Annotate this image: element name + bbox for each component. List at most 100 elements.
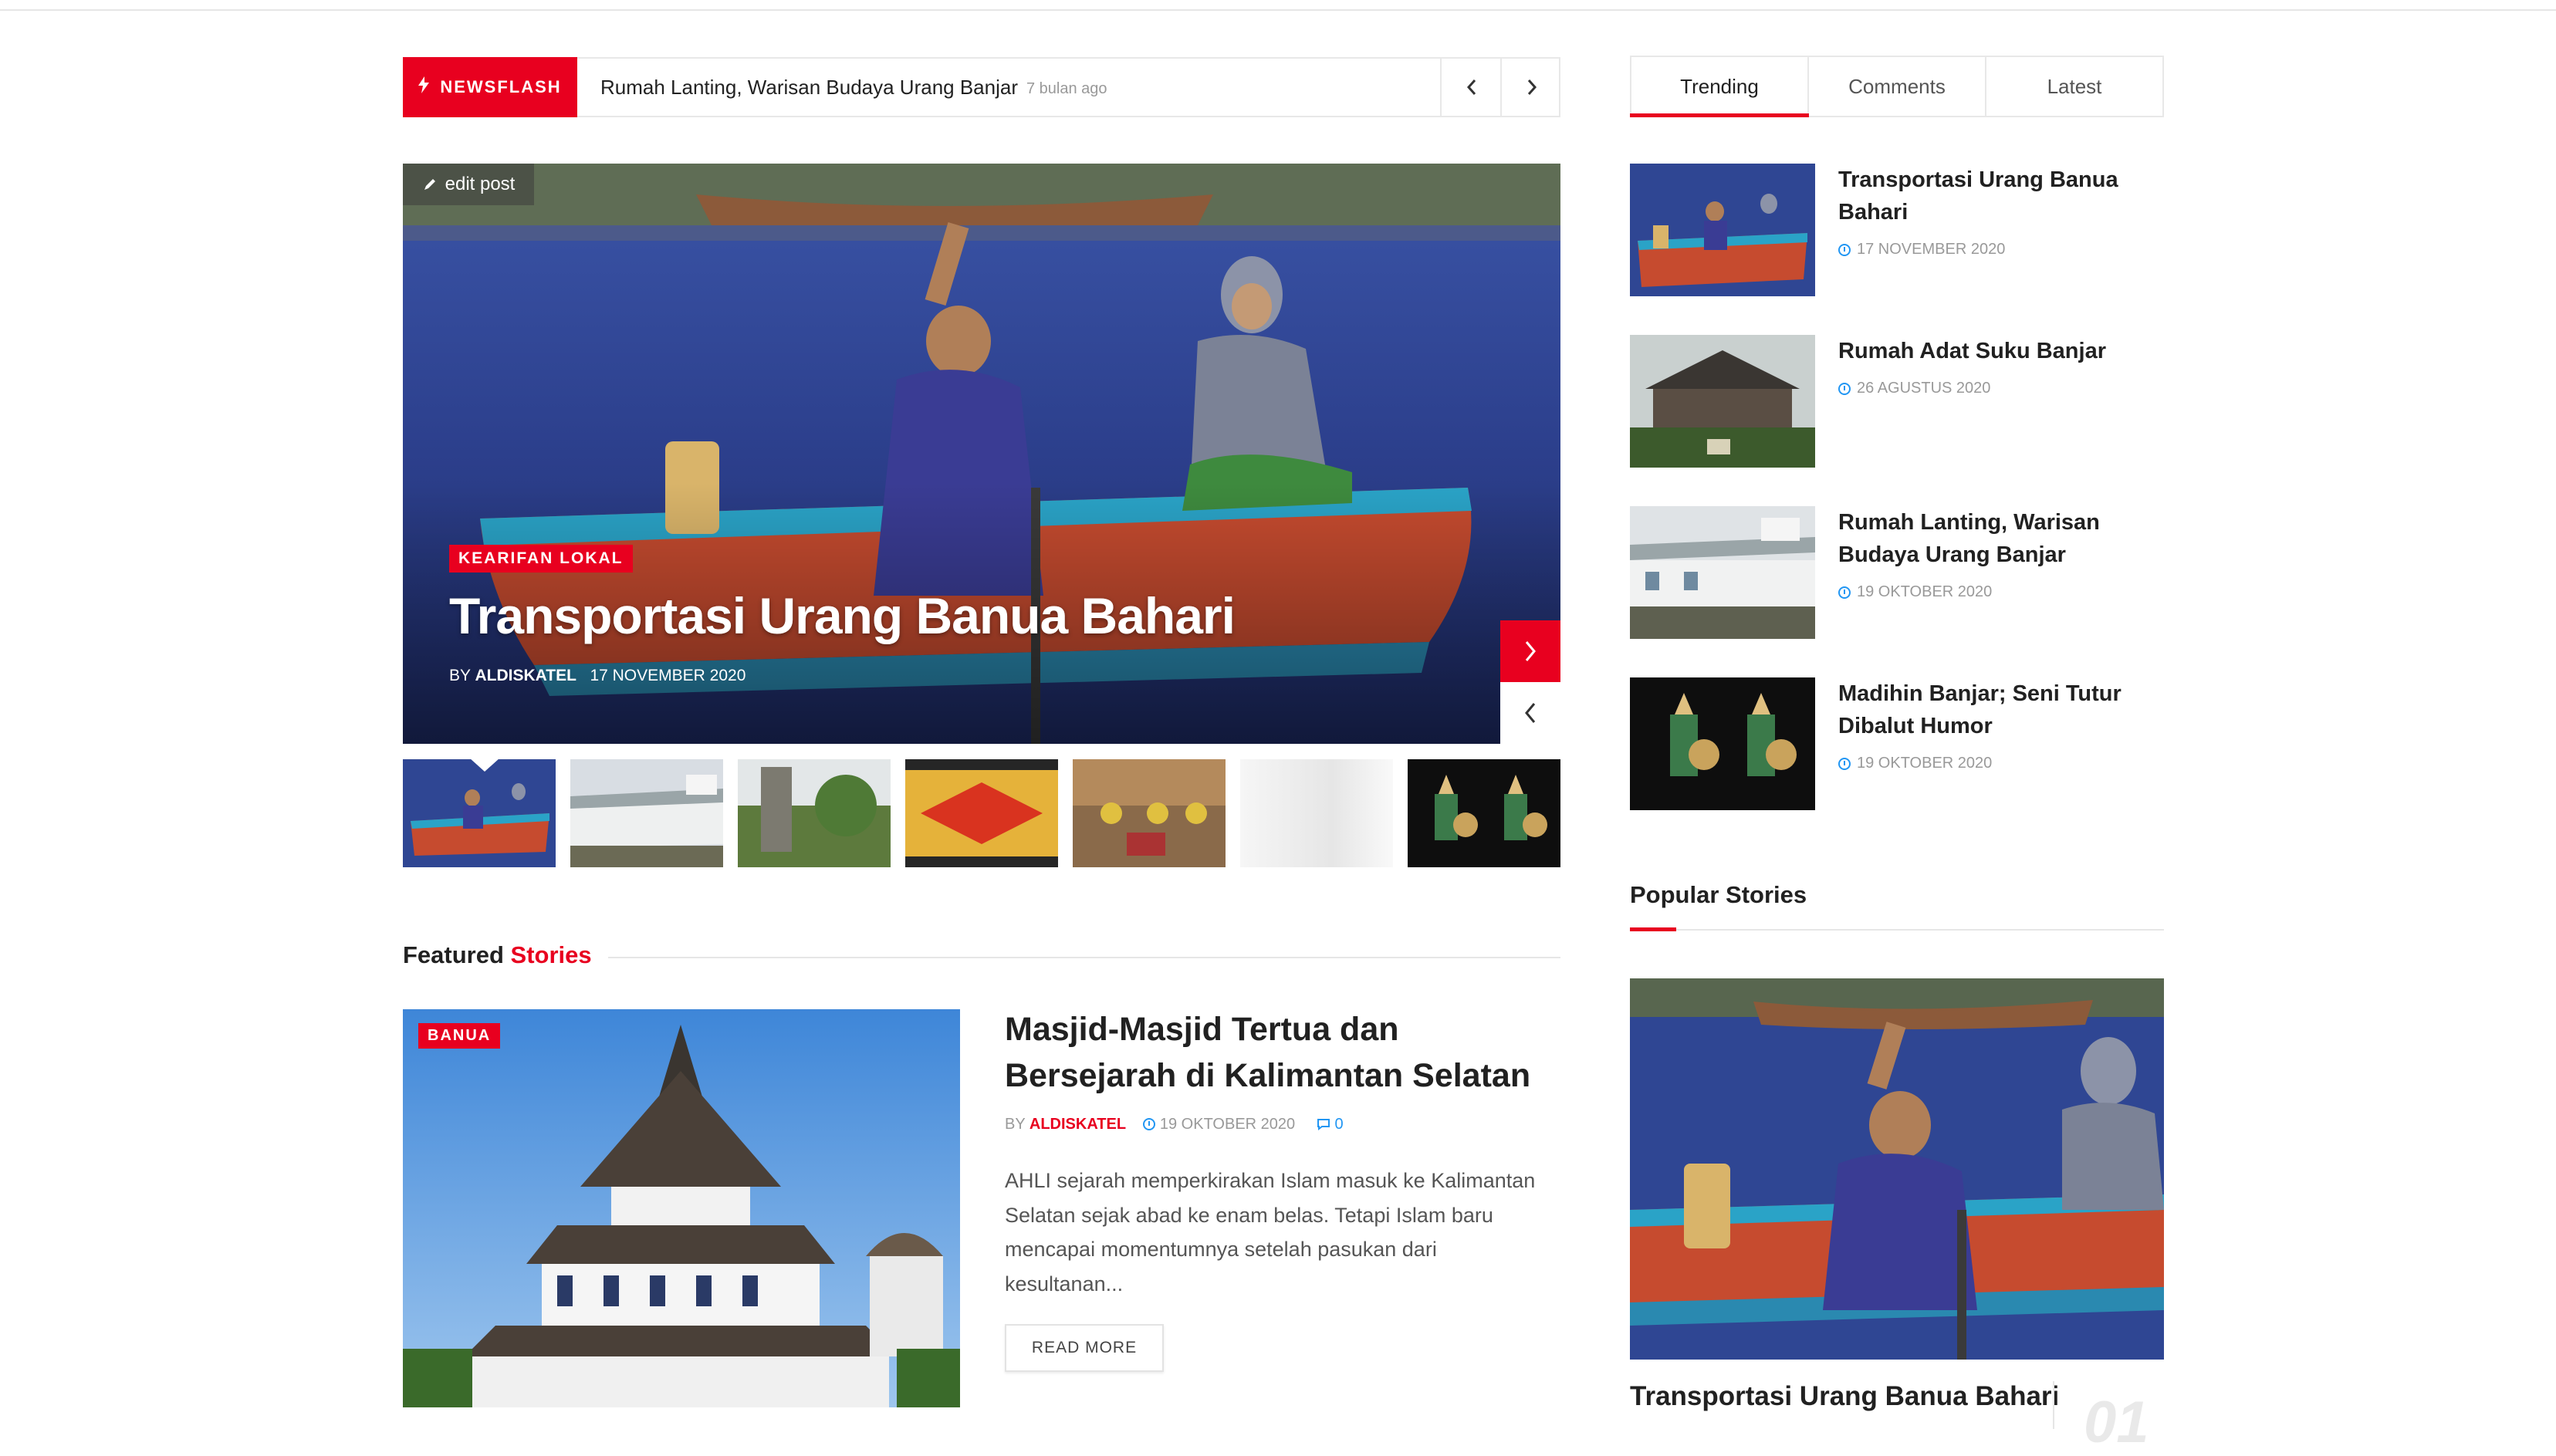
featured-meta: BY ALDISKATEL 19 OKTOBER 2020 0 — [1005, 1116, 1344, 1133]
featured-heading-1: Featured — [403, 941, 504, 968]
chevron-left-icon — [1466, 79, 1476, 95]
trending-date: 26 AGUSTUS 2020 — [1838, 380, 1990, 397]
hero-by: BY — [449, 667, 471, 684]
active-tab-indicator — [1630, 113, 1809, 117]
chevron-left-icon — [1525, 703, 1536, 723]
featured-author[interactable]: ALDISKATEL — [1030, 1116, 1126, 1133]
popular-photo — [1630, 978, 2164, 1360]
newsflash-bar: NEWSFLASH Rumah Lanting, Warisan Budaya … — [403, 57, 1560, 117]
clock-icon — [1838, 586, 1851, 599]
chevron-right-icon — [1527, 79, 1537, 95]
featured-title[interactable]: Masjid-Masjid Tertua dan Bersejarah di K… — [1005, 1006, 1560, 1099]
hero-thumbnails — [403, 759, 1560, 867]
trending-date-text: 19 OKTOBER 2020 — [1857, 583, 1993, 600]
trending-date-text: 17 NOVEMBER 2020 — [1857, 241, 2006, 258]
trending-title[interactable]: Rumah Adat Suku Banjar — [1838, 335, 2162, 367]
thumbnail-image — [905, 759, 1058, 867]
trending-date: 17 NOVEMBER 2020 — [1838, 241, 2005, 258]
tab-latest[interactable]: Latest — [1985, 57, 2162, 116]
popular-image[interactable] — [1630, 978, 2164, 1360]
popular-title[interactable]: Transportasi Urang Banua Bahari — [1630, 1381, 2059, 1412]
hero-slider[interactable]: edit post KEARIFAN LOKAL Transportasi Ur… — [403, 164, 1560, 744]
thumbnail-image — [738, 759, 891, 867]
featured-heading-2: Stories — [510, 941, 592, 968]
thumbnail-image — [403, 759, 556, 867]
bolt-icon — [418, 76, 430, 98]
trending-image — [1630, 164, 1815, 296]
trending-thumbnail[interactable] — [1630, 335, 1815, 468]
trending-image — [1630, 335, 1815, 468]
trending-item[interactable]: Rumah Adat Suku Banjar 26 AGUSTUS 2020 — [1630, 335, 2164, 468]
popular-heading-underline — [1630, 927, 1676, 931]
thumbnail-1[interactable] — [403, 759, 556, 867]
edit-post-label: edit post — [445, 174, 516, 194]
featured-by: BY — [1005, 1116, 1026, 1133]
trending-thumbnail[interactable] — [1630, 164, 1815, 296]
popular-number-divider — [2053, 1381, 2054, 1429]
featured-excerpt: AHLI sejarah memperkirakan Islam masuk k… — [1005, 1169, 1536, 1296]
hero-next-button[interactable] — [1500, 620, 1560, 682]
clock-icon — [1143, 1118, 1156, 1130]
featured-date: 19 OKTOBER 2020 — [1159, 1116, 1296, 1133]
trending-date: 19 OKTOBER 2020 — [1838, 583, 1992, 601]
sidebar-tabs: Trending Comments Latest — [1630, 56, 2164, 117]
trending-date: 19 OKTOBER 2020 — [1838, 755, 1992, 772]
hero-meta: BY ALDISKATEL 17 NOVEMBER 2020 — [449, 667, 746, 685]
trending-thumbnail[interactable] — [1630, 677, 1815, 810]
hero-prev-button[interactable] — [1500, 682, 1560, 744]
tab-trending-label: Trending — [1680, 74, 1759, 98]
trending-date-text: 19 OKTOBER 2020 — [1857, 755, 1993, 772]
hero-author[interactable]: ALDISKATEL — [475, 667, 576, 684]
trending-title[interactable]: Madihin Banjar; Seni Tutur Dibalut Humor — [1838, 677, 2162, 742]
clock-icon — [1838, 757, 1851, 770]
thumbnail-4[interactable] — [905, 759, 1058, 867]
trending-title[interactable]: Transportasi Urang Banua Bahari — [1838, 164, 2162, 228]
clock-icon — [1838, 243, 1851, 256]
thumbnail-image — [570, 759, 723, 867]
tab-comments[interactable]: Comments — [1807, 57, 1985, 116]
trending-thumbnail[interactable] — [1630, 506, 1815, 639]
trending-image — [1630, 506, 1815, 639]
newsflash-headline[interactable]: Rumah Lanting, Warisan Budaya Urang Banj… — [600, 76, 1018, 100]
popular-divider — [1630, 929, 2164, 931]
thumbnail-image — [1240, 759, 1393, 867]
hero-category-badge[interactable]: KEARIFAN LOKAL — [449, 545, 633, 573]
thumbnail-7[interactable] — [1408, 759, 1560, 867]
trending-item[interactable]: Transportasi Urang Banua Bahari 17 NOVEM… — [1630, 164, 2164, 296]
trending-item[interactable]: Rumah Lanting, Warisan Budaya Urang Banj… — [1630, 506, 2164, 639]
newsflash-next-button[interactable] — [1500, 57, 1562, 117]
newsflash-label: NEWSFLASH — [403, 57, 577, 117]
tab-comments-label: Comments — [1848, 74, 1946, 98]
read-more-button[interactable]: READ MORE — [1005, 1324, 1164, 1372]
tab-latest-label: Latest — [2047, 74, 2102, 98]
newsflash-time: 7 bulan ago — [1026, 80, 1107, 97]
featured-comment-count[interactable]: 0 — [1335, 1116, 1344, 1133]
featured-category-badge[interactable]: BANUA — [418, 1023, 501, 1049]
pencil-icon — [424, 179, 435, 190]
thumbnail-image — [1073, 759, 1226, 867]
trending-item[interactable]: Madihin Banjar; Seni Tutur Dibalut Humor… — [1630, 677, 2164, 810]
newsflash-label-text: NEWSFLASH — [440, 77, 562, 96]
tab-trending[interactable]: Trending — [1630, 57, 1809, 117]
trending-image — [1630, 677, 1815, 810]
featured-heading: Featured Stories — [403, 941, 592, 969]
thumbnail-2[interactable] — [570, 759, 723, 867]
clock-icon — [1838, 382, 1851, 395]
featured-image[interactable]: BANUA — [403, 1009, 960, 1407]
thumbnail-5[interactable] — [1073, 759, 1226, 867]
thumbnail-6[interactable] — [1240, 759, 1393, 867]
hero-date: 17 NOVEMBER 2020 — [590, 667, 746, 684]
mosque-image — [403, 1009, 960, 1407]
hero-title[interactable]: Transportasi Urang Banua Bahari — [449, 586, 1236, 645]
active-thumb-pointer — [469, 759, 500, 772]
trending-title[interactable]: Rumah Lanting, Warisan Budaya Urang Banj… — [1838, 506, 2162, 571]
thumbnail-3[interactable] — [738, 759, 891, 867]
top-border — [0, 0, 2556, 11]
trending-date-text: 26 AGUSTUS 2020 — [1857, 380, 1991, 397]
featured-divider — [608, 957, 1560, 958]
chevron-right-icon — [1525, 641, 1536, 661]
thumbnail-image — [1408, 759, 1560, 867]
edit-post-button[interactable]: edit post — [403, 164, 534, 205]
newsflash-prev-button[interactable] — [1440, 57, 1502, 117]
popular-heading: Popular Stories — [1630, 881, 1807, 908]
